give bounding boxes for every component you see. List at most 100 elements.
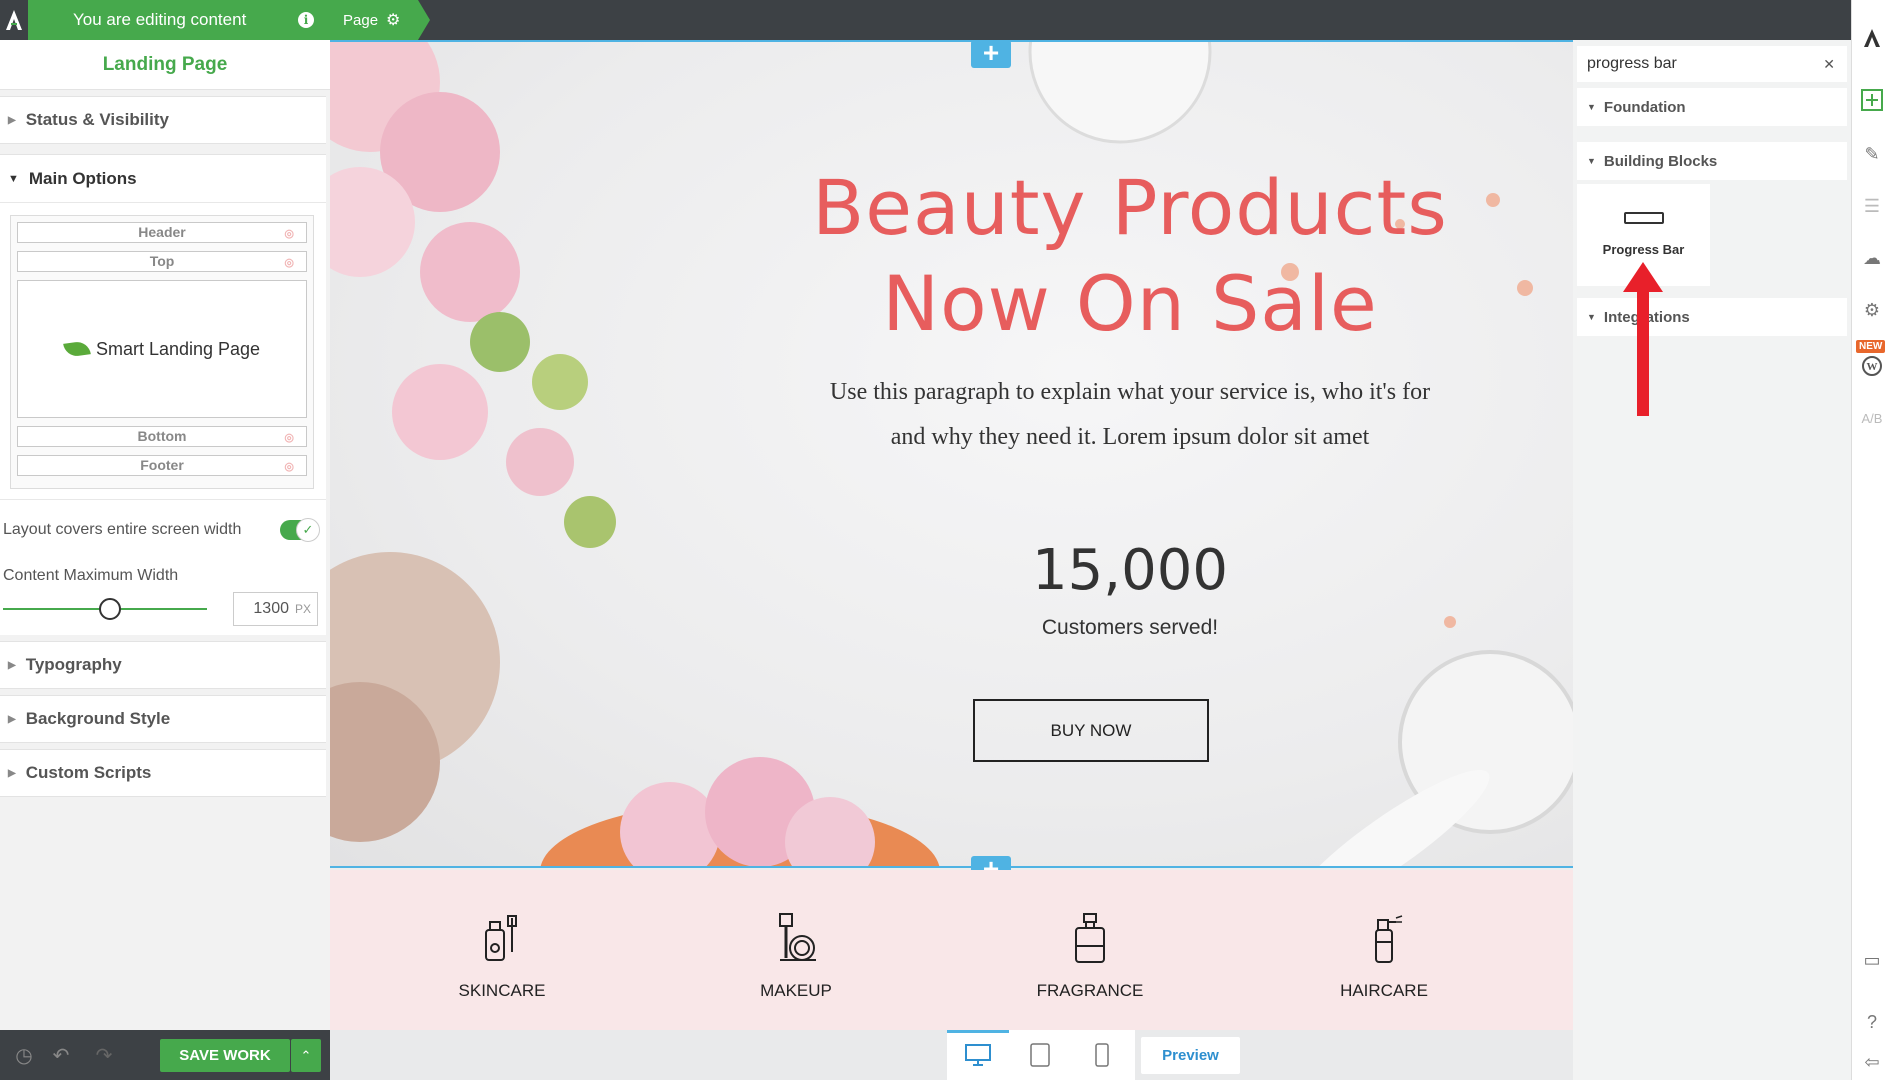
clear-search-close-icon[interactable]: ✕: [1823, 56, 1835, 73]
stat-label[interactable]: Customers served!: [960, 616, 1300, 640]
category-makeup[interactable]: MAKEUP: [716, 912, 876, 1001]
slot-label: Smart Landing Page: [95, 338, 261, 359]
help-icon[interactable]: ?: [1860, 1010, 1884, 1034]
progress-bar-icon: [1623, 212, 1664, 224]
top-bar: You are editing content i Page ⚙: [0, 0, 1851, 40]
category-label: FRAGRANCE: [1036, 981, 1144, 1000]
max-width-input[interactable]: 1300 PX: [232, 592, 318, 626]
redo-icon[interactable]: ↷: [74, 1043, 134, 1068]
add-element-icon[interactable]: [1860, 88, 1884, 112]
mobile-icon: [1095, 1043, 1109, 1067]
panel-title: Landing Page: [0, 40, 330, 90]
element-search-input[interactable]: progress bar ✕: [1577, 46, 1847, 82]
max-width-unit: PX: [294, 602, 311, 616]
hero-title[interactable]: Beauty Products Now On Sale: [750, 160, 1510, 352]
hidden-eye-icon[interactable]: ◎: [284, 458, 294, 477]
bottom-toolbar: ◷ ↶ ↷ SAVE WORK ⌃: [0, 1030, 330, 1080]
skincare-bottle-icon: [485, 915, 517, 961]
perfume-bottle-icon: [1075, 913, 1105, 963]
tablet-view-button[interactable]: [1009, 1030, 1071, 1080]
device-switcher: [947, 1030, 1135, 1080]
elements-panel: progress bar ✕ ▼ Foundation ▼ Building B…: [1573, 40, 1851, 1080]
hidden-eye-icon[interactable]: ◎: [284, 429, 294, 448]
thrive-logo-icon: [6, 10, 22, 30]
save-options-chevron-up-icon[interactable]: ⌃: [291, 1039, 321, 1072]
section-status-visibility[interactable]: ▶ Status & Visibility: [0, 96, 326, 144]
top-slot[interactable]: Top ◎: [17, 251, 307, 272]
sliders-icon[interactable]: ☰: [1860, 194, 1884, 218]
tablet-icon: [1030, 1043, 1050, 1067]
group-building-blocks[interactable]: ▼ Building Blocks: [1577, 142, 1847, 180]
exit-icon[interactable]: ⇦: [1860, 1050, 1884, 1074]
thrive-logo-icon[interactable]: [1860, 26, 1884, 50]
inbox-icon[interactable]: ▭: [1860, 948, 1884, 972]
new-badge: NEW: [1856, 340, 1886, 353]
group-label: Foundation: [1603, 98, 1686, 116]
gear-icon: ⚙: [386, 12, 401, 29]
section-label: Background Style: [25, 709, 171, 728]
caret-down-icon: ▼: [1587, 156, 1596, 166]
max-width-row: 1300 PX: [0, 592, 326, 635]
full-width-row: Layout covers entire screen width ✓: [0, 499, 326, 559]
bottom-slot[interactable]: Bottom ◎: [17, 426, 307, 447]
save-work-button[interactable]: SAVE WORK: [160, 1039, 290, 1072]
svg-text:W: W: [1867, 361, 1878, 373]
desktop-view-button[interactable]: [947, 1030, 1009, 1080]
slot-label: Bottom: [137, 428, 187, 444]
category-fragrance[interactable]: FRAGRANCE: [1010, 912, 1170, 1001]
flowers-left: [330, 42, 616, 842]
category-haircare[interactable]: HAIRCARE: [1304, 912, 1464, 1001]
bowl-flowers: [540, 757, 940, 866]
header-slot[interactable]: Header ◎: [17, 222, 307, 243]
footer-slot[interactable]: Footer ◎: [17, 455, 307, 476]
slider-thumb[interactable]: [99, 598, 121, 620]
red-pointer-arrow: [1623, 262, 1663, 416]
hidden-eye-icon[interactable]: ◎: [284, 254, 294, 273]
full-width-toggle[interactable]: ✓: [280, 517, 320, 542]
caret-right-icon: ▶: [8, 713, 16, 725]
app-logo[interactable]: [0, 0, 28, 40]
brush-icon[interactable]: ✎: [1860, 142, 1884, 166]
full-width-label: Layout covers entire screen width: [3, 520, 242, 538]
stat-number[interactable]: 15,000: [960, 538, 1300, 603]
check-icon: ✓: [296, 517, 320, 542]
caret-down-icon: ▼: [1587, 312, 1596, 322]
preview-button[interactable]: Preview: [1141, 1037, 1240, 1074]
section-background-style[interactable]: ▶ Background Style: [0, 695, 326, 743]
ab-test-icon[interactable]: A/B: [1860, 406, 1884, 430]
hidden-eye-icon[interactable]: ◎: [284, 225, 294, 244]
main-options-header[interactable]: ▼ Main Options: [0, 155, 326, 203]
page-settings-tab[interactable]: Page ⚙: [330, 0, 430, 40]
caret-right-icon: ▶: [8, 767, 16, 779]
content-slot[interactable]: Smart Landing Page: [17, 280, 307, 418]
info-icon[interactable]: i: [298, 12, 314, 28]
page-tab-label: Page: [343, 11, 379, 29]
category-label: MAKEUP: [760, 981, 832, 1000]
history-icon[interactable]: ◷: [0, 1043, 48, 1068]
max-width-value: 1300: [253, 600, 289, 617]
caret-down-icon: ▼: [8, 172, 19, 185]
hero-section[interactable]: Beauty Products Now On Sale Use this par…: [330, 40, 1573, 868]
group-integrations[interactable]: ▼ Integrations: [1577, 298, 1847, 336]
hero-title-line2: Now On Sale: [882, 259, 1378, 348]
hero-paragraph[interactable]: Use this paragraph to explain what your …: [710, 370, 1550, 460]
buy-now-button[interactable]: BUY NOW: [973, 699, 1209, 762]
hero-title-line1: Beauty Products: [812, 163, 1448, 252]
editing-banner: You are editing content i: [28, 0, 330, 40]
editor-canvas: Beauty Products Now On Sale Use this par…: [330, 39, 1573, 1030]
section-typography[interactable]: ▶ Typography: [0, 641, 326, 689]
categories-section[interactable]: SKINCARE MAKEUP FRAGRANCE HAIRCARE: [330, 870, 1573, 1030]
slot-label: Footer: [140, 457, 184, 473]
gear-icon[interactable]: ⚙: [1860, 298, 1884, 322]
section-custom-scripts[interactable]: ▶ Custom Scripts: [0, 749, 326, 797]
undo-icon[interactable]: ↶: [48, 1043, 74, 1068]
add-element-plus-icon[interactable]: +: [971, 39, 1011, 68]
makeup-brush-icon: [779, 913, 816, 961]
category-skincare[interactable]: SKINCARE: [422, 912, 582, 1001]
wordpress-icon[interactable]: W: [1860, 354, 1884, 378]
group-foundation[interactable]: ▼ Foundation: [1577, 88, 1847, 126]
cloud-download-icon[interactable]: ☁: [1860, 246, 1884, 270]
slot-label: Header: [138, 224, 186, 240]
max-width-slider[interactable]: [3, 598, 207, 620]
mobile-view-button[interactable]: [1071, 1030, 1133, 1080]
